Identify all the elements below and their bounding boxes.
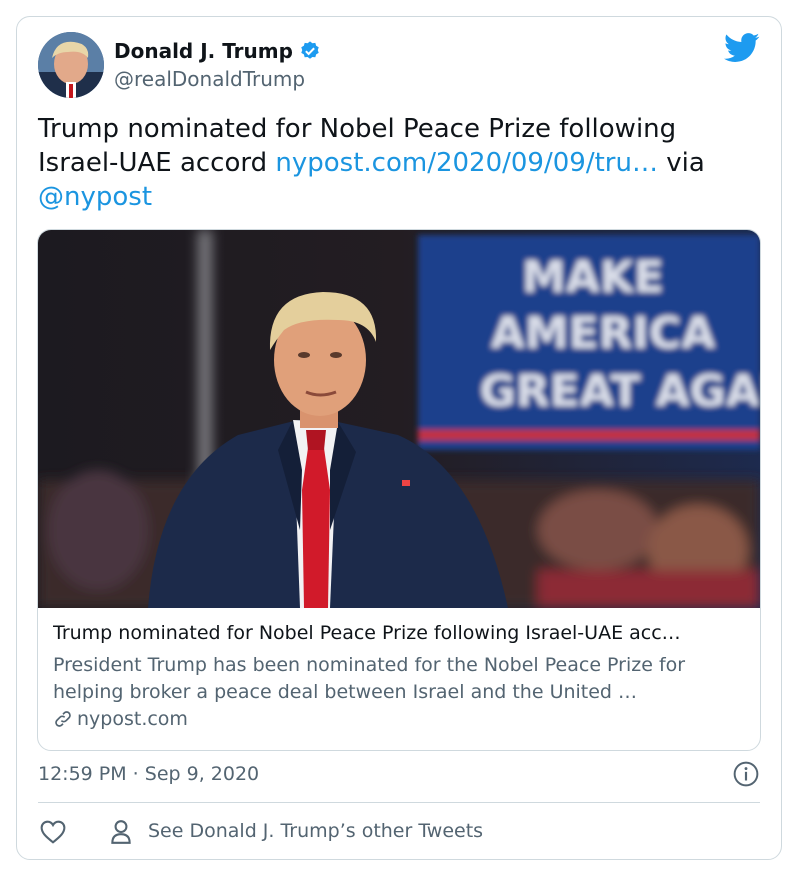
banner-line-2: AMERICA — [491, 308, 716, 359]
link-icon — [55, 711, 71, 727]
card-description: President Trump has been nominated for t… — [53, 654, 686, 703]
tweet-link[interactable]: nypost.com/2020/09/09/tru… — [275, 148, 658, 178]
preview-photo: MAKE AMERICA GREAT AGAI — [38, 230, 760, 608]
tweet-text: Trump nominated for Nobel Peace Prize fo… — [38, 112, 758, 214]
tweet-text-via: via — [657, 148, 705, 178]
card-domain[interactable]: nypost.com — [77, 708, 188, 730]
twitter-bird-icon[interactable] — [724, 33, 760, 63]
author-handle[interactable]: @realDonaldTrump — [114, 67, 305, 91]
tweet-timestamp[interactable]: 12:59 PM · Sep 9, 2020 — [38, 763, 259, 785]
nypost-mention[interactable]: @nypost — [38, 182, 152, 212]
banner-line-1: MAKE — [522, 252, 664, 303]
divider — [38, 802, 760, 803]
verified-badge-icon — [301, 41, 319, 59]
other-tweets-link[interactable]: See Donald J. Trump’s other Tweets — [148, 820, 483, 842]
author-name-row[interactable]: Donald J. Trump — [114, 39, 321, 63]
card-title[interactable]: Trump nominated for Nobel Peace Prize fo… — [53, 622, 753, 644]
card-domain-row[interactable]: nypost.com — [53, 708, 188, 730]
user-icon[interactable] — [110, 819, 132, 845]
author-name[interactable]: Donald J. Trump — [114, 39, 293, 63]
heart-icon[interactable] — [40, 820, 66, 844]
link-preview-card[interactable]: MAKE AMERICA GREAT AGAI Trump nominated … — [37, 229, 761, 751]
avatar[interactable] — [38, 32, 104, 98]
banner-line-3: GREAT AGAI — [480, 366, 760, 417]
info-icon[interactable] — [733, 761, 759, 787]
